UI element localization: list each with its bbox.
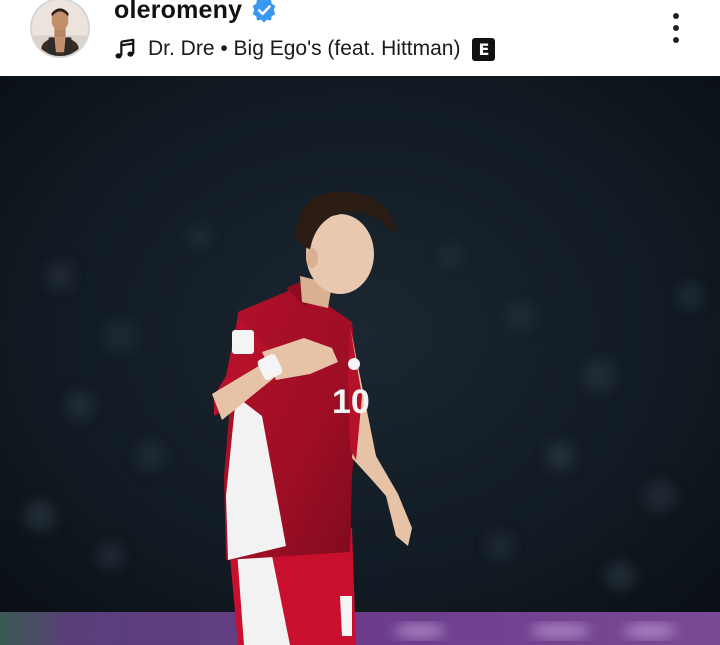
jersey-number: 10: [332, 383, 370, 421]
music-row[interactable]: Dr. Dre • Big Ego's (feat. Hittman) E: [114, 34, 496, 64]
username[interactable]: oleromeny: [114, 0, 242, 25]
avatar[interactable]: [30, 0, 90, 58]
username-row: oleromeny: [114, 0, 278, 28]
avatar-photo-icon: [32, 0, 88, 56]
football-player-photo: 10: [0, 76, 720, 645]
music-note-icon: [115, 38, 135, 59]
explicit-badge: E: [472, 37, 496, 61]
more-options-button[interactable]: [660, 8, 692, 48]
verified-badge-icon: [253, 0, 276, 23]
more-vertical-icon: [673, 13, 679, 19]
post-photo[interactable]: 10: [0, 76, 720, 645]
music-label: Dr. Dre • Big Ego's (feat. Hittman): [148, 37, 461, 60]
post-header: oleromeny Dr. Dre • Big Ego's (feat. Hit…: [0, 0, 720, 76]
